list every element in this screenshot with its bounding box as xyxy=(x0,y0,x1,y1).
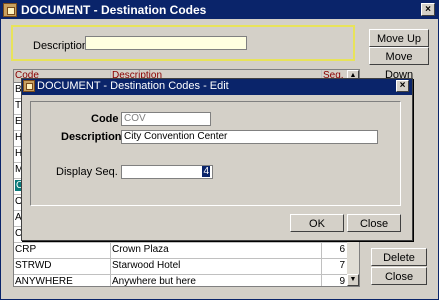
row-description: Anywhere but here xyxy=(112,276,196,287)
display-seq-value: 4 xyxy=(202,166,210,177)
main-window-title: DOCUMENT - Destination Codes xyxy=(21,3,207,17)
close-icon[interactable]: × xyxy=(421,3,435,16)
scroll-down-arrow-icon[interactable]: ▼ xyxy=(347,274,359,286)
description-filter-input[interactable] xyxy=(85,36,247,50)
table-row[interactable]: CRP Crown Plaza 6 xyxy=(14,242,347,259)
filter-panel: Description xyxy=(11,25,355,61)
app-icon xyxy=(3,3,17,17)
edit-dialog: DOCUMENT - Destination Codes - Edit × Co… xyxy=(21,78,413,241)
row-description: Crown Plaza xyxy=(112,244,169,255)
edit-dialog-titlebar: DOCUMENT - Destination Codes - Edit × xyxy=(22,79,412,95)
move-up-button[interactable]: Move Up xyxy=(369,29,429,47)
display-seq-label: Display Seq. xyxy=(56,166,118,178)
app-icon xyxy=(23,80,35,92)
edit-dialog-title: DOCUMENT - Destination Codes - Edit xyxy=(37,80,229,92)
description-filter-label: Description xyxy=(33,40,89,52)
row-description: Starwood Hotel xyxy=(112,260,181,271)
table-row[interactable]: STRWD Starwood Hotel 7 xyxy=(14,258,347,275)
display-seq-field[interactable]: 4 xyxy=(121,165,213,179)
row-code: STRWD xyxy=(15,260,52,271)
code-label: Code xyxy=(91,113,119,125)
close-icon[interactable]: × xyxy=(396,80,409,92)
description-label: Description xyxy=(61,131,122,143)
close-button[interactable]: Close xyxy=(371,267,427,285)
code-field: COV xyxy=(121,112,211,126)
move-down-button[interactable]: Move Down xyxy=(369,47,429,81)
main-titlebar: DOCUMENT - Destination Codes × xyxy=(1,1,438,19)
delete-button[interactable]: Delete xyxy=(371,248,427,266)
description-field[interactable]: City Convention Center xyxy=(121,130,378,144)
row-code: CRP xyxy=(15,244,37,255)
row-code: ANYWHERE xyxy=(15,276,73,287)
row-seq: 6 xyxy=(339,244,345,255)
ok-button[interactable]: OK xyxy=(290,214,344,232)
row-seq: 9 xyxy=(339,276,345,287)
edit-fields-panel: Code COV Description City Convention Cen… xyxy=(30,101,401,206)
edit-close-button[interactable]: Close xyxy=(347,214,401,232)
row-seq: 7 xyxy=(339,260,345,271)
table-row[interactable]: ANYWHERE Anywhere but here 9 xyxy=(14,274,347,287)
